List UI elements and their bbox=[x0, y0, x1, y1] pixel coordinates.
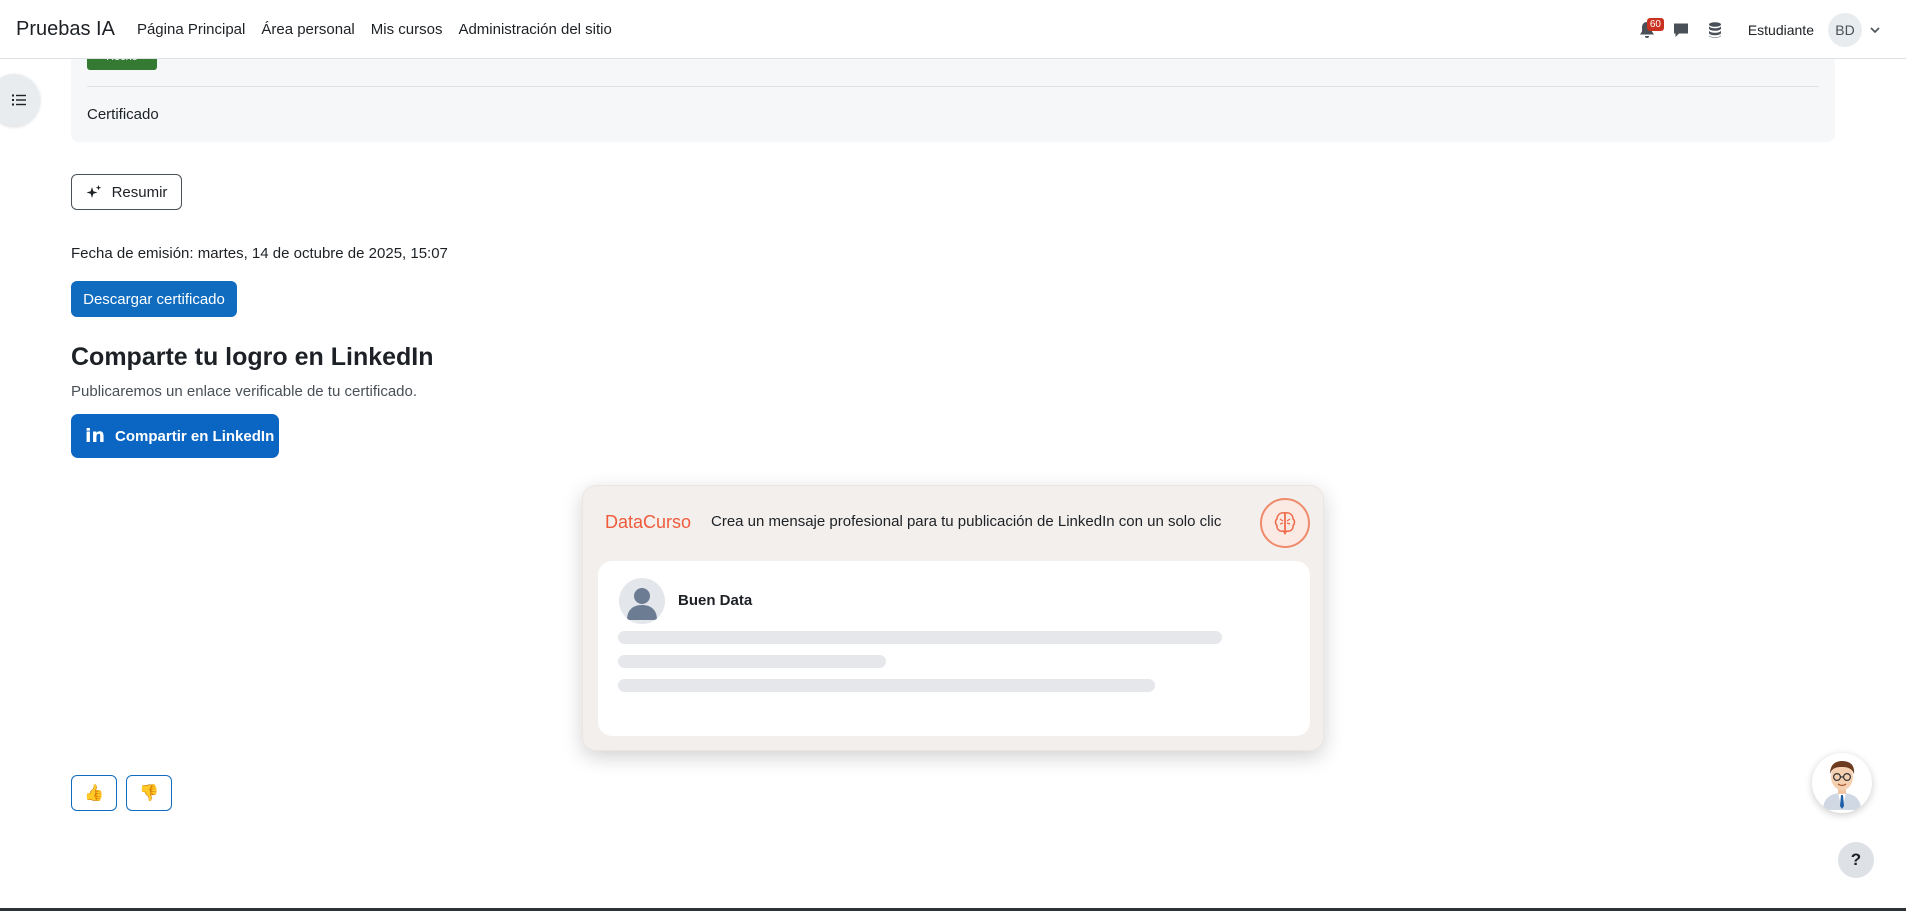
datacurso-tagline: Crea un mensaje profesional para tu publ… bbox=[711, 513, 1222, 530]
download-certificate-button[interactable]: Descargar certificado bbox=[71, 281, 237, 317]
assistant-chat-button[interactable] bbox=[1812, 753, 1872, 813]
nav-link-home[interactable]: Página Principal bbox=[137, 21, 245, 38]
share-linkedin-button[interactable]: in Compartir en LinkedIn bbox=[71, 414, 279, 458]
data-storage-button[interactable] bbox=[1698, 13, 1732, 47]
notifications-button[interactable]: 60 bbox=[1630, 13, 1664, 47]
course-index-toggle[interactable] bbox=[0, 74, 40, 126]
help-button[interactable]: ? bbox=[1838, 842, 1874, 878]
messages-button[interactable] bbox=[1664, 13, 1698, 47]
sparkle-icon bbox=[86, 185, 101, 198]
nav-link-site-admin[interactable]: Administración del sitio bbox=[458, 21, 611, 38]
share-subtitle: Publicaremos un enlace verificable de tu… bbox=[71, 383, 418, 400]
site-brand[interactable]: Pruebas IA bbox=[16, 18, 115, 41]
loading-placeholder-line bbox=[618, 631, 1222, 644]
share-heading: Comparte tu logro en LinkedIn bbox=[71, 343, 434, 371]
ai-generate-button[interactable] bbox=[1260, 498, 1310, 548]
user-icon bbox=[619, 578, 665, 624]
brain-icon bbox=[1274, 512, 1296, 535]
thumbs-down-icon: 👎 bbox=[139, 785, 159, 802]
nav-link-dashboard[interactable]: Área personal bbox=[261, 21, 354, 38]
top-navbar: Pruebas IA Página Principal Área persona… bbox=[0, 0, 1906, 59]
assistant-avatar-icon bbox=[1823, 761, 1861, 810]
loading-placeholder-line bbox=[618, 655, 886, 668]
summarize-button[interactable]: Resumir bbox=[71, 174, 182, 210]
datacurso-brand: DataCurso bbox=[605, 512, 692, 532]
user-avatar[interactable]: BD bbox=[1828, 12, 1862, 47]
nav-link-my-courses[interactable]: Mis cursos bbox=[371, 21, 443, 38]
thumbs-down-button[interactable]: 👎 bbox=[126, 775, 172, 811]
list-icon bbox=[12, 94, 26, 106]
linkedin-post-preview: Buen Data bbox=[598, 561, 1310, 736]
activity-label: Certificado bbox=[87, 106, 159, 123]
notification-count-badge: 60 bbox=[1646, 17, 1664, 31]
loading-placeholder-line bbox=[618, 679, 1155, 692]
preview-username: Buen Data bbox=[678, 592, 753, 609]
datacurso-linkedin-panel: DataCurso Crea un mensaje profesional pa… bbox=[582, 485, 1324, 751]
issue-date-text: Fecha de emisión: martes, 14 de octubre … bbox=[71, 245, 448, 262]
linkedin-icon: in bbox=[85, 425, 106, 447]
user-role-label: Estudiante bbox=[1747, 21, 1814, 38]
chevron-down-icon[interactable] bbox=[1870, 26, 1880, 33]
summarize-label: Resumir bbox=[111, 183, 168, 201]
card-divider bbox=[87, 86, 1819, 87]
thumbs-up-button[interactable]: 👍 bbox=[71, 775, 117, 811]
chat-icon bbox=[1673, 23, 1688, 37]
navbar-user-area: 60 Estudiante BD bbox=[1630, 0, 1880, 59]
thumbs-up-icon: 👍 bbox=[84, 785, 104, 802]
database-icon bbox=[1708, 21, 1721, 38]
share-linkedin-label: Compartir en LinkedIn bbox=[115, 427, 275, 445]
